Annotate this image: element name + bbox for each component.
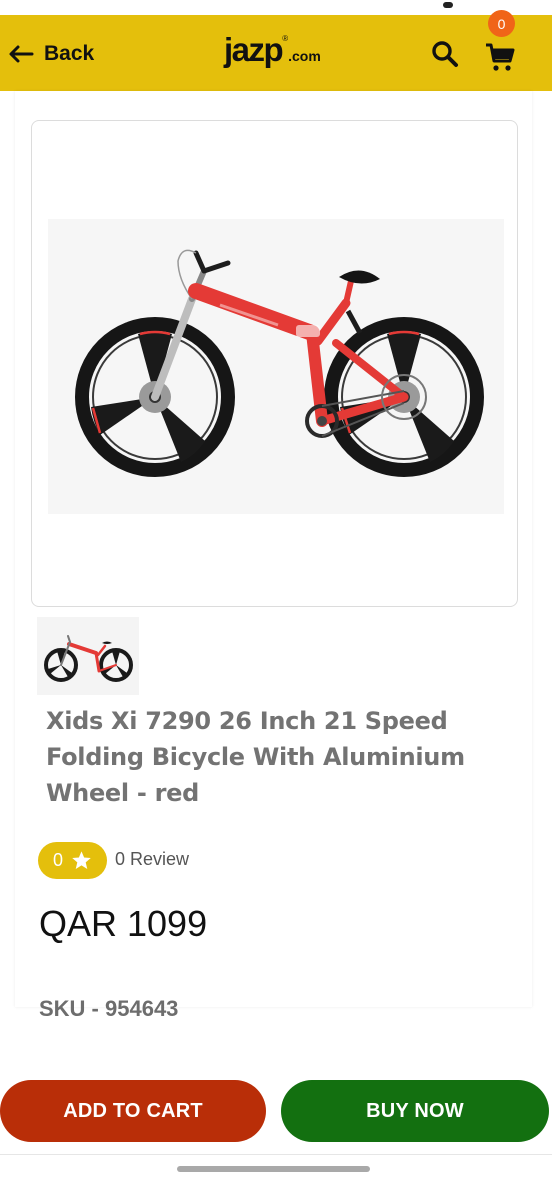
- divider: [0, 1154, 552, 1155]
- back-label: Back: [44, 42, 95, 65]
- buy-now-button[interactable]: BUY NOW: [281, 1080, 549, 1142]
- thumbnail-bicycle-image: [44, 635, 133, 682]
- logo-wordmark: jazp: [224, 31, 284, 68]
- search-icon[interactable]: [430, 39, 460, 69]
- cart-count-badge[interactable]: 0: [488, 10, 515, 37]
- logo-registered-mark: ®: [282, 34, 289, 43]
- product-title-line: Folding Bicycle With Aluminium: [46, 743, 465, 771]
- home-indicator[interactable]: [177, 1166, 370, 1172]
- product-title-line: Xids Xi 7290 26 Inch 21 Speed: [46, 707, 448, 735]
- logo-domain-suffix: .com: [288, 48, 321, 64]
- rating-badge[interactable]: 0: [38, 842, 107, 879]
- cart-icon[interactable]: [484, 41, 516, 73]
- top-app-bar: Back jazp ® .com: [0, 15, 552, 91]
- arrow-left-icon: [9, 45, 34, 63]
- review-count[interactable]: 0 Review: [115, 849, 189, 870]
- product-title: Xids Xi 7290 26 Inch 21 Speed Folding Bi…: [46, 703, 486, 811]
- add-to-cart-button[interactable]: ADD TO CART: [0, 1080, 266, 1142]
- site-logo[interactable]: jazp ® .com: [224, 31, 321, 69]
- rating-value: 0: [52, 850, 63, 870]
- product-title-line: Wheel - red: [46, 779, 200, 807]
- back-button[interactable]: Back: [8, 37, 94, 71]
- product-thumbnail[interactable]: [37, 617, 139, 695]
- folding-bicycle-image: [75, 249, 484, 477]
- status-indicator: [443, 2, 453, 8]
- product-image-card[interactable]: [31, 120, 518, 607]
- star-icon: [72, 851, 91, 869]
- status-bar: [0, 0, 552, 15]
- product-price: QAR 1099: [39, 903, 208, 944]
- product-sku: SKU - 954643: [39, 996, 179, 1021]
